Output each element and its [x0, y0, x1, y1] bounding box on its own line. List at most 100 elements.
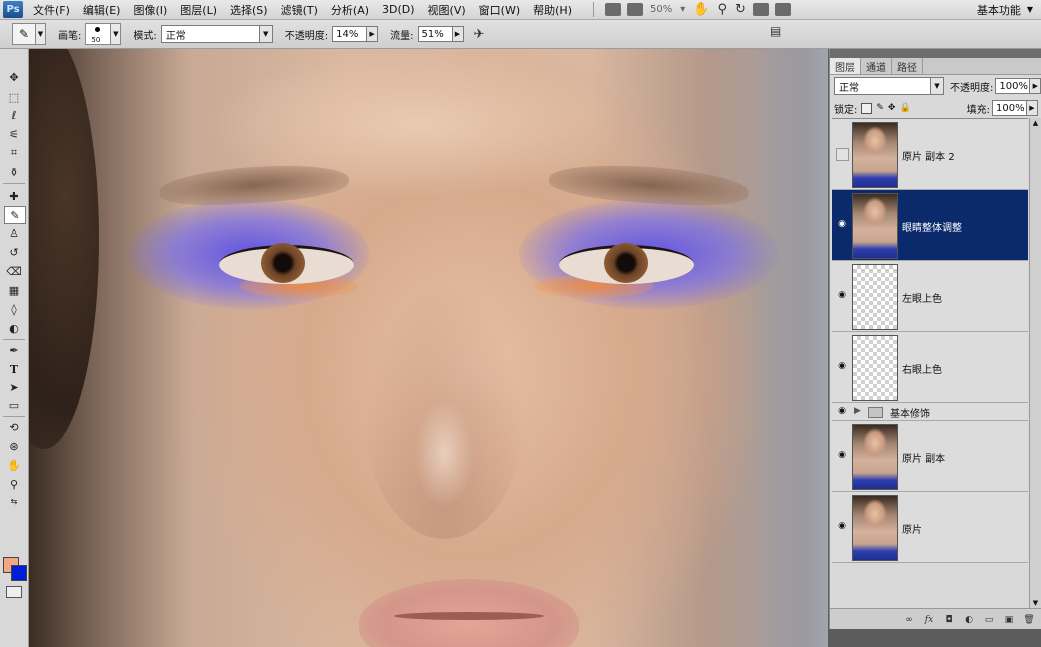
opacity-input[interactable]: 14% [332, 26, 368, 42]
history-brush-tool-icon[interactable]: ↺ [4, 244, 24, 260]
zoom-dropdown-icon[interactable]: ▾ [680, 4, 685, 15]
3d-orbit-tool-icon[interactable]: ⊛ [4, 438, 24, 454]
layer-row[interactable]: ◉ 右眼上色 [832, 332, 1028, 403]
screen-mode-icon[interactable] [774, 3, 791, 16]
eyedropper-tool-icon[interactable]: ⚱ [4, 164, 24, 180]
type-tool-icon[interactable]: T [4, 361, 24, 377]
path-selection-tool-icon[interactable]: ➤ [4, 379, 24, 395]
menu-file[interactable]: 文件(F) [33, 2, 70, 18]
tab-layers[interactable]: 图层 [830, 58, 861, 74]
brush-picker[interactable]: 50 [85, 23, 112, 45]
adjustment-layer-icon[interactable]: ◐ [962, 614, 976, 626]
menu-bar: Ps 文件(F) 编辑(E) 图像(I) 图层(L) 选择(S) 滤镜(T) 分… [0, 0, 1041, 20]
nose-highlight [414, 399, 474, 509]
menu-analysis[interactable]: 分析(A) [331, 2, 369, 18]
dodge-tool-icon[interactable]: ◐ [4, 320, 24, 336]
gradient-tool-icon[interactable]: ▦ [4, 282, 24, 298]
lock-transparency-icon[interactable] [861, 102, 873, 114]
lock-pixels-icon[interactable]: ✎ [876, 103, 884, 113]
quick-mask-icon[interactable] [6, 586, 22, 598]
3d-rotate-tool-icon[interactable]: ⟲ [4, 419, 24, 435]
layer-opacity-arrow-icon[interactable]: ▶ [1030, 78, 1041, 94]
menu-image[interactable]: 图像(I) [133, 2, 167, 18]
layers-scrollbar[interactable]: ▲ ▼ [1029, 118, 1041, 608]
view-extras-icon[interactable] [626, 3, 643, 16]
layer-row[interactable]: 原片 副本 2 [832, 119, 1028, 190]
workspace-switcher[interactable]: 基本功能 ▼ [977, 0, 1033, 19]
blend-mode-select[interactable]: 正常 ▼ [834, 77, 944, 95]
tab-channels[interactable]: 通道 [861, 58, 892, 74]
hand-tool-icon[interactable]: ✋ [693, 2, 709, 17]
zoom-tool-icon[interactable]: ⚲ [4, 476, 24, 492]
background-color-swatch[interactable] [11, 565, 27, 581]
tab-paths[interactable]: 路径 [892, 58, 923, 74]
layer-group-row[interactable]: ◉ ▶ 基本修饰 [832, 403, 1028, 421]
visibility-toggle[interactable] [836, 148, 849, 161]
healing-brush-tool-icon[interactable]: ✚ [4, 188, 24, 204]
brush-tool-icon[interactable]: ✎ [4, 206, 26, 224]
eraser-tool-icon[interactable]: ⌫ [4, 263, 24, 279]
quick-selection-tool-icon[interactable]: ⚟ [4, 126, 24, 142]
hand-tool-icon[interactable]: ✋ [4, 457, 24, 473]
opacity-slider-arrow-icon[interactable]: ▶ [367, 26, 379, 42]
layer-row[interactable]: ◉ 左眼上色 [832, 261, 1028, 332]
add-mask-icon[interactable]: ◘ [942, 614, 956, 626]
options-bar: ✎ ▼ 画笔: 50 ▼ 模式: 正常 ▼ 不透明度: 14% ▶ 流量: 51… [0, 20, 1041, 49]
swap-colors-icon[interactable]: ⇆ [4, 493, 24, 509]
lasso-tool-icon[interactable]: ℓ [4, 107, 24, 123]
expand-arrow-icon[interactable]: ▶ [854, 406, 861, 416]
scroll-up-icon[interactable]: ▲ [1030, 118, 1041, 128]
flow-slider-arrow-icon[interactable]: ▶ [452, 26, 464, 42]
menu-layer[interactable]: 图层(L) [180, 2, 217, 18]
lock-all-icon[interactable]: 🔒 [899, 103, 910, 113]
new-group-icon[interactable]: ▭ [982, 614, 996, 626]
arrange-documents-icon[interactable] [752, 3, 769, 16]
crop-tool-icon[interactable]: ⌗ [4, 145, 24, 161]
tool-preset-dropdown-icon[interactable]: ▼ [36, 23, 46, 45]
eye-icon[interactable]: ◉ [836, 361, 848, 371]
airbrush-icon[interactable]: ✈ [474, 27, 485, 42]
shape-tool-icon[interactable]: ▭ [4, 397, 24, 413]
document-canvas[interactable] [29, 49, 828, 647]
layer-row[interactable]: ◉ 原片 副本 [832, 421, 1028, 492]
new-layer-icon[interactable]: ▣ [1002, 614, 1016, 626]
clone-stamp-tool-icon[interactable]: ♙ [4, 225, 24, 241]
mode-select[interactable]: 正常 ▼ [160, 25, 273, 43]
flow-input[interactable]: 51% [417, 26, 453, 42]
marquee-tool-icon[interactable]: ⬚ [4, 89, 24, 105]
zoom-tool-icon[interactable]: ⚲ [717, 2, 727, 17]
scroll-down-icon[interactable]: ▼ [1030, 598, 1041, 608]
menu-view[interactable]: 视图(V) [428, 2, 466, 18]
menu-edit[interactable]: 编辑(E) [83, 2, 121, 18]
layer-opacity-input[interactable]: 100% [995, 78, 1031, 94]
menu-window[interactable]: 窗口(W) [479, 2, 520, 18]
brush-palette-icon[interactable]: ▤ [770, 24, 781, 38]
layer-row[interactable]: ◉ 眼睛整体调整 [832, 190, 1028, 261]
eye-icon[interactable]: ◉ [836, 450, 848, 460]
bridge-icon[interactable] [604, 3, 621, 16]
rotate-view-icon[interactable]: ↻ [735, 2, 746, 17]
menu-filter[interactable]: 滤镜(T) [281, 2, 318, 18]
fill-input[interactable]: 100% [992, 100, 1027, 116]
layer-row[interactable]: ◉ 原片 [832, 492, 1028, 563]
move-tool-icon[interactable]: ✥ [4, 69, 24, 85]
menu-help[interactable]: 帮助(H) [533, 2, 572, 18]
panel-titlebar[interactable] [830, 49, 1041, 58]
lock-position-icon[interactable]: ✥ [888, 103, 896, 113]
eye-icon[interactable]: ◉ [836, 521, 848, 531]
pen-tool-icon[interactable]: ✒ [4, 342, 24, 358]
tool-preset-picker[interactable]: ✎ [12, 23, 36, 45]
brush-dropdown-icon[interactable]: ▼ [111, 23, 122, 45]
link-layers-icon[interactable]: ∞ [902, 614, 916, 626]
layer-style-icon[interactable]: fx [922, 614, 936, 626]
delete-layer-icon[interactable]: 🗑 [1022, 614, 1036, 626]
eye-icon[interactable]: ◉ [836, 219, 848, 229]
menu-3d[interactable]: 3D(D) [382, 3, 415, 16]
menu-select[interactable]: 选择(S) [230, 2, 268, 18]
fill-arrow-icon[interactable]: ▶ [1027, 100, 1038, 116]
eye-icon[interactable]: ◉ [836, 290, 848, 300]
eye-icon[interactable]: ◉ [836, 406, 848, 416]
zoom-level[interactable]: 50% [650, 4, 672, 15]
blend-row: 正常 ▼ 不透明度: 100% ▶ [834, 77, 1041, 95]
blur-tool-icon[interactable]: ◊ [4, 301, 24, 317]
